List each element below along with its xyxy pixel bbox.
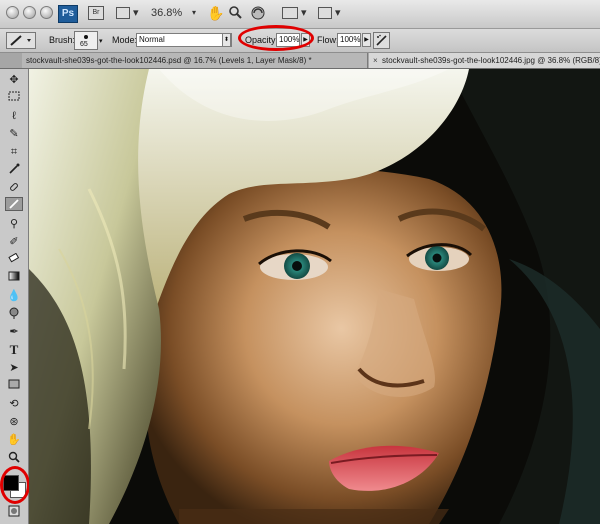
airbrush-icon xyxy=(376,34,387,46)
brush-size: 65 xyxy=(80,41,88,48)
document-tab-bar: stockvault-she039s-got-the-look102446.ps… xyxy=(0,53,600,69)
marquee-tool-icon[interactable] xyxy=(5,91,23,105)
arrange-documents-icon xyxy=(282,7,298,20)
airbrush-toggle[interactable] xyxy=(373,32,390,49)
close-window-button[interactable] xyxy=(6,6,19,19)
mode-label: Mode: xyxy=(112,35,138,45)
photoshop-window: Ps Br ▾ 36.8% ▾ ✋ ▾ ▾ Brush: 65 ▾ Mode: … xyxy=(0,0,600,524)
portrait-photo xyxy=(29,69,600,524)
zoom-level[interactable]: 36.8% xyxy=(151,5,191,21)
tab-close-icon[interactable]: × xyxy=(373,53,382,68)
mode-select[interactable]: Normal xyxy=(136,33,232,47)
mode-select-stepper-icon[interactable]: ⬍ xyxy=(222,33,231,47)
tab-label: stockvault-she039s-got-the-look102446.jp… xyxy=(382,56,600,65)
healing-brush-tool-icon[interactable] xyxy=(5,181,23,195)
brush-label: Brush: xyxy=(49,35,76,45)
brush-preset-picker[interactable]: 65 xyxy=(74,31,98,50)
photoshop-logo: Ps xyxy=(58,5,78,23)
zoom-tool-icon[interactable] xyxy=(228,5,244,21)
brush-icon xyxy=(10,35,31,46)
zoom-window-button[interactable] xyxy=(40,6,53,19)
zoom-dropdown-chevron-icon[interactable]: ▾ xyxy=(192,5,200,21)
screen-mode-icon xyxy=(318,7,332,20)
history-brush-tool-icon[interactable]: ✐ xyxy=(5,235,23,249)
hand-tool-icon[interactable]: ✋ xyxy=(207,5,224,21)
type-tool-icon[interactable]: T xyxy=(5,343,23,357)
blur-tool-icon[interactable]: 💧 xyxy=(5,289,23,303)
3d-orbit-tool-icon[interactable]: ⊛ xyxy=(5,415,23,429)
tools-panel: ✥ ℓ ✎ ⌗ ⚲ ✐ 💧 ✒ T ➤ ⟲ ⊛ ✋ xyxy=(0,69,29,524)
dodge-tool-icon[interactable] xyxy=(5,307,23,321)
flow-label: Flow: xyxy=(317,35,339,45)
hand-tool-icon[interactable]: ✋ xyxy=(5,433,23,447)
move-tool-icon[interactable]: ✥ xyxy=(5,73,23,87)
rotate-view-icon[interactable] xyxy=(250,5,268,21)
rectangle-tool-icon[interactable] xyxy=(5,379,23,393)
3d-rotate-tool-icon[interactable]: ⟲ xyxy=(5,397,23,411)
view-extras-button[interactable]: ▾ xyxy=(116,5,144,21)
brush-tip-icon xyxy=(84,35,88,39)
application-bar: Ps Br ▾ 36.8% ▾ ✋ ▾ ▾ xyxy=(0,0,600,29)
flow-field[interactable]: 100% xyxy=(337,33,361,47)
color-swatch-highlight-annotation xyxy=(0,466,30,504)
arrange-documents-button[interactable]: ▾ xyxy=(282,5,310,21)
minimize-window-button[interactable] xyxy=(23,6,36,19)
tab-label: stockvault-she039s-got-the-look102446.ps… xyxy=(26,56,312,65)
document-tab-active[interactable]: × stockvault-she039s-got-the-look102446.j… xyxy=(369,53,600,68)
brush-dropdown-chevron-icon[interactable]: ▾ xyxy=(99,37,103,45)
lasso-tool-icon[interactable]: ℓ xyxy=(5,109,23,123)
brush-tool-icon[interactable] xyxy=(5,197,23,211)
bridge-icon[interactable]: Br xyxy=(88,6,104,20)
clone-stamp-tool-icon[interactable]: ⚲ xyxy=(5,217,23,231)
pen-tool-icon[interactable]: ✒ xyxy=(5,325,23,339)
eraser-tool-icon[interactable] xyxy=(5,252,23,267)
document-canvas[interactable] xyxy=(29,69,600,524)
crop-tool-icon[interactable]: ⌗ xyxy=(5,145,23,159)
tool-preset-picker[interactable] xyxy=(6,32,36,49)
opacity-highlight-annotation xyxy=(238,25,314,51)
flow-slider-arrow-icon[interactable]: ▶ xyxy=(362,33,371,47)
document-tab[interactable]: stockvault-she039s-got-the-look102446.ps… xyxy=(22,53,368,68)
path-selection-tool-icon[interactable]: ➤ xyxy=(5,361,23,375)
quick-mask-icon[interactable] xyxy=(5,505,23,519)
gradient-tool-icon[interactable] xyxy=(5,271,23,285)
view-extras-icon xyxy=(116,7,130,20)
screen-mode-button[interactable]: ▾ xyxy=(318,5,346,21)
eyedropper-tool-icon[interactable] xyxy=(5,163,23,177)
quick-selection-tool-icon[interactable]: ✎ xyxy=(5,127,23,141)
zoom-tool-icon[interactable] xyxy=(5,451,23,465)
